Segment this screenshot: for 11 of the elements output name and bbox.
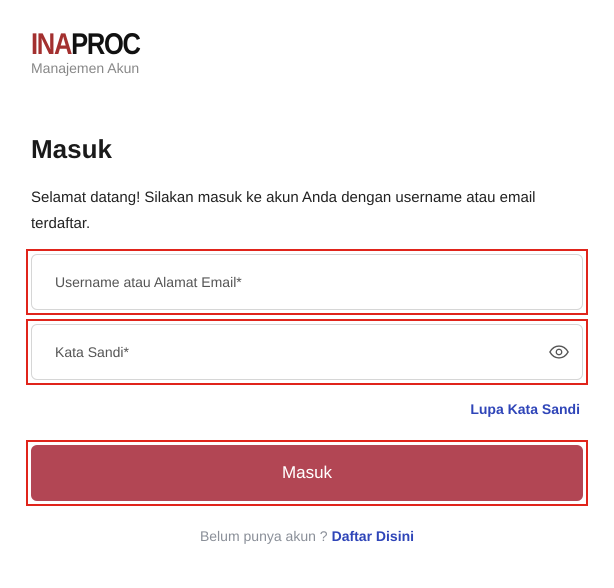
eye-icon[interactable] <box>549 345 569 359</box>
password-field[interactable]: Kata Sandi* <box>31 324 583 380</box>
page-heading: Masuk <box>30 133 113 166</box>
username-field[interactable]: Username atau Alamat Email* <box>31 254 583 310</box>
forgot-password-link[interactable]: Lupa Kata Sandi <box>470 399 580 420</box>
signup-prompt: Belum punya akun ? <box>200 527 328 546</box>
signup-link[interactable]: Daftar Disini <box>332 526 414 547</box>
logo-wordmark: INAPROC <box>31 30 140 60</box>
intro-text: Selamat datang! Silakan masuk ke akun Anda dengan username atau email terdaftar. <box>30 188 536 234</box>
login-button[interactable]: Masuk <box>31 445 583 501</box>
logo-subtitle: Manajemen Akun <box>31 60 140 76</box>
